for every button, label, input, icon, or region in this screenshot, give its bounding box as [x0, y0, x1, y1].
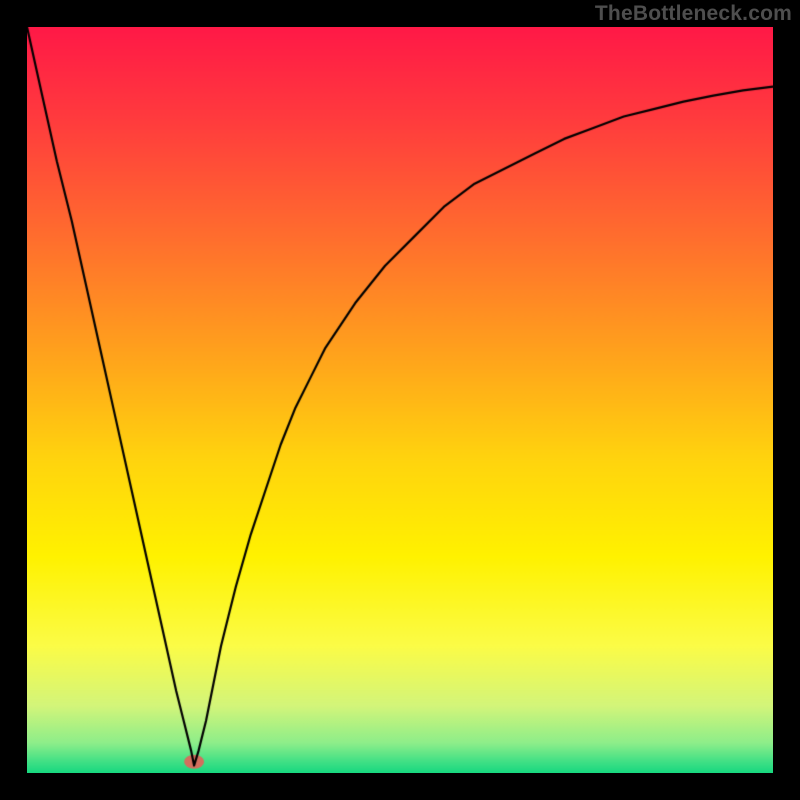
chart-frame: TheBottleneck.com — [0, 0, 800, 800]
watermark-text: TheBottleneck.com — [595, 2, 792, 26]
plot-area — [27, 27, 773, 773]
bottleneck-chart-canvas — [27, 27, 773, 773]
